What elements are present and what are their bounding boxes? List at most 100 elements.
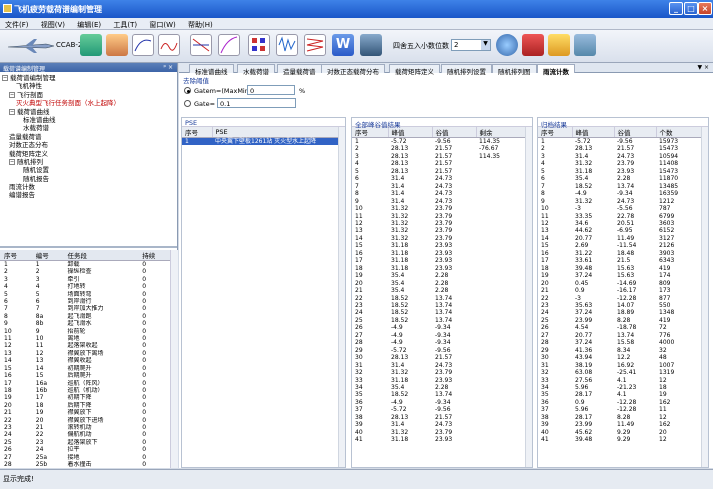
peak-col-remain[interactable]: 剩余 <box>476 127 526 138</box>
class-row[interactable]: 8 -4.9 -9.34 16359 <box>538 190 702 197</box>
peak-row[interactable]: 18 31.18 23.93 <box>352 265 526 272</box>
tab-quantity-load[interactable]: 造量载荷谱 <box>277 64 322 76</box>
tree-node[interactable]: − 载荷谱曲线 <box>2 108 177 116</box>
class-row[interactable]: 17 33.61 21.5 6343 <box>538 257 702 264</box>
peak-row[interactable]: 30 28.13 21.57 <box>352 354 526 361</box>
class-col-peak[interactable]: 峰值 <box>572 127 615 138</box>
task-row[interactable]: 25 23 起落架放下 0 <box>0 439 170 446</box>
peak-row[interactable]: 33 31.18 23.93 <box>352 377 526 384</box>
pse-scrollbar[interactable] <box>338 127 345 467</box>
peak-row[interactable]: 40 31.32 23.79 <box>352 429 526 436</box>
task-row[interactable]: 13 12 襟翼放下离场 0 <box>0 350 170 357</box>
class-row[interactable]: 15 2.69 -11.54 2126 <box>538 242 702 249</box>
open-folder-icon[interactable] <box>548 34 570 56</box>
peak-row[interactable]: 16 31.18 23.93 <box>352 250 526 257</box>
task-col-segment[interactable]: 任务段 <box>63 250 139 261</box>
task-row[interactable]: 3 3 牵引 0 <box>0 276 170 283</box>
class-row[interactable]: 2 28.13 21.57 15473 <box>538 145 702 152</box>
gate-radio[interactable] <box>184 100 191 107</box>
class-row[interactable]: 9 31.32 24.73 1212 <box>538 198 702 205</box>
class-row[interactable]: 32 63.08 -25.41 1319 <box>538 369 702 376</box>
task-row[interactable]: 10 9 抬前轮 0 <box>0 328 170 335</box>
class-row[interactable]: 21 0.9 -16.17 173 <box>538 287 702 294</box>
save-icon[interactable] <box>522 34 544 56</box>
class-col-count[interactable]: 个数 <box>656 127 702 138</box>
peak-row[interactable]: 13 31.32 23.79 <box>352 227 526 234</box>
peak-scrollbar[interactable] <box>525 127 532 467</box>
peak-row[interactable]: 5 28.13 21.57 <box>352 168 526 175</box>
expand-icon[interactable]: − <box>9 91 15 98</box>
peak-row[interactable]: 2 28.13 21.57 -76.67 <box>352 145 526 152</box>
peak-row[interactable]: 34 35.4 2.28 <box>352 384 526 391</box>
profile-icon[interactable] <box>106 34 128 56</box>
minimize-button[interactable]: _ <box>669 2 683 15</box>
gatem-input[interactable]: 0 <box>247 85 295 95</box>
airplane-icon[interactable] <box>6 38 56 54</box>
class-row[interactable]: 20 0.45 -14.69 809 <box>538 280 702 287</box>
class-row[interactable]: 33 27.56 4.1 12 <box>538 377 702 384</box>
pse-col-name[interactable]: PSE <box>212 127 340 138</box>
task-row[interactable]: 23 21 滚转机动 0 <box>0 424 170 431</box>
task-row[interactable]: 14 13 襟翼收起 0 <box>0 357 170 364</box>
class-row[interactable]: 38 28.17 8.28 12 <box>538 414 702 421</box>
tree-node[interactable]: 随机报告 <box>2 175 177 183</box>
peak-row[interactable]: 3 28.13 21.57 114.35 <box>352 153 526 160</box>
task-grid-scrollbar[interactable] <box>170 250 178 468</box>
class-row[interactable]: 29 41.36 8.34 32 <box>538 347 702 354</box>
peak-row[interactable]: 29 -5.72 -9.56 <box>352 347 526 354</box>
task-row[interactable]: 21 19 襟翼放下 0 <box>0 409 170 416</box>
tree-node[interactable]: 对数正态分布 <box>2 141 177 149</box>
task-row[interactable]: 1 1 卸载 0 <box>0 261 170 269</box>
maximize-button[interactable]: □ <box>684 2 698 15</box>
task-col-index[interactable]: 序号 <box>0 250 32 261</box>
class-row[interactable]: 27 20.77 13.74 776 <box>538 332 702 339</box>
class-row[interactable]: 22 -3 -12.28 877 <box>538 295 702 302</box>
task-row[interactable]: 24 22 偏航机动 0 <box>0 431 170 438</box>
tab-matrix-def[interactable]: 载荷矩阵定义 <box>389 64 440 76</box>
peak-row[interactable]: 27 -4.9 -9.34 <box>352 332 526 339</box>
peak-row[interactable]: 22 18.52 13.74 <box>352 295 526 302</box>
menu-window[interactable]: 窗口(W) <box>144 18 180 30</box>
task-row[interactable]: 7 7 到岸加大推力 0 <box>0 305 170 312</box>
class-row[interactable]: 3 31.4 24.73 10594 <box>538 153 702 160</box>
tab-random-chart[interactable]: 随机排列图 <box>492 64 537 76</box>
class-row[interactable]: 36 0.9 -12.28 162 <box>538 399 702 406</box>
peak-row[interactable]: 32 31.32 23.79 <box>352 369 526 376</box>
peak-row[interactable]: 36 -4.9 -9.34 <box>352 399 526 406</box>
word-report-icon[interactable]: W <box>332 34 354 56</box>
pse-col-index[interactable]: 序号 <box>182 127 213 138</box>
expand-icon[interactable]: − <box>9 108 15 115</box>
task-row[interactable]: 19 17 初期下降 0 <box>0 394 170 401</box>
class-row[interactable]: 23 35.63 14.07 550 <box>538 302 702 309</box>
log-icon[interactable] <box>218 34 240 56</box>
class-row[interactable]: 16 31.22 18.48 3903 <box>538 250 702 257</box>
task-row[interactable]: 15 14 初期爬升 0 <box>0 365 170 372</box>
task-row[interactable]: 9 8b 起飞滑水 0 <box>0 320 170 327</box>
curve-icon[interactable] <box>132 34 154 56</box>
class-row[interactable]: 13 44.62 -6.95 6152 <box>538 227 702 234</box>
task-row[interactable]: 20 18 后期下降 0 <box>0 402 170 409</box>
class-row[interactable]: 35 28.17 4.1 19 <box>538 391 702 398</box>
task-row[interactable]: 11 10 离地 0 <box>0 335 170 342</box>
random-icon[interactable] <box>276 34 298 56</box>
tab-close-icon[interactable]: ▼ × <box>697 64 709 71</box>
gatem-radio[interactable] <box>184 87 191 94</box>
tree-node[interactable]: 随机设置 <box>2 166 177 174</box>
print-icon[interactable] <box>360 34 382 56</box>
peak-col-peak[interactable]: 峰值 <box>388 127 433 138</box>
menu-file[interactable]: 文件(F) <box>0 18 34 30</box>
pin-icon[interactable]: ᵖ × <box>163 64 173 71</box>
peak-row[interactable]: 24 18.52 13.74 <box>352 309 526 316</box>
close-button[interactable]: × <box>698 2 712 15</box>
class-row[interactable]: 6 35.4 2.28 11870 <box>538 175 702 182</box>
rainflow-icon[interactable] <box>304 34 326 56</box>
peak-row[interactable]: 38 28.13 21.57 <box>352 414 526 421</box>
class-row[interactable]: 11 33.35 22.78 6799 <box>538 213 702 220</box>
class-row[interactable]: 26 4.54 -18.78 72 <box>538 324 702 331</box>
task-row[interactable]: 16 15 后期爬升 0 <box>0 372 170 379</box>
peak-row[interactable]: 41 31.18 23.93 <box>352 436 526 443</box>
class-row[interactable]: 10 -3 -5.56 787 <box>538 205 702 212</box>
tab-water-load[interactable]: 水载荷谱 <box>237 64 275 76</box>
peak-row[interactable]: 4 28.13 21.57 <box>352 160 526 167</box>
peak-row[interactable]: 37 -5.72 -9.56 <box>352 406 526 413</box>
